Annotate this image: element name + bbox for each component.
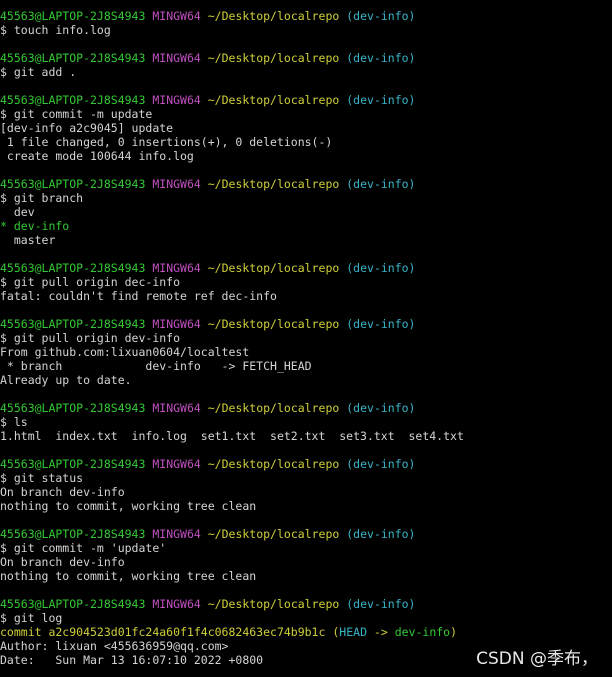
prompt-shell: MINGW64 xyxy=(152,9,201,23)
prompt-path: ~/Desktop/localrepo xyxy=(207,317,340,331)
commit-hash: commit a2c904523d01fc24a60f1f4c0682463ec… xyxy=(0,625,326,639)
prompt-user-host: 45563@LAPTOP-2J8S4943 xyxy=(0,597,146,611)
prompt-line: 45563@LAPTOP-2J8S4943 MINGW64 ~/Desktop/… xyxy=(0,401,612,415)
prompt-user-host: 45563@LAPTOP-2J8S4943 xyxy=(0,51,146,65)
log-commit-line: commit a2c904523d01fc24a60f1f4c0682463ec… xyxy=(0,625,612,639)
output-line: master xyxy=(0,233,56,247)
prompt-path: ~/Desktop/localrepo xyxy=(207,401,340,415)
prompt-branch: (dev-info) xyxy=(346,401,416,415)
prompt-user-host: 45563@LAPTOP-2J8S4943 xyxy=(0,93,146,107)
command-line: $ git branch xyxy=(0,191,84,205)
output-line: 1 file changed, 0 insertions(+), 0 delet… xyxy=(0,135,333,149)
command-line: $ git commit -m update xyxy=(0,107,153,121)
prompt-user-host: 45563@LAPTOP-2J8S4943 xyxy=(0,9,146,23)
ref-close: ) xyxy=(450,625,458,639)
output-line: nothing to commit, working tree clean xyxy=(0,569,257,583)
output-line: On branch dev-info xyxy=(0,555,125,569)
prompt-shell: MINGW64 xyxy=(152,597,201,611)
prompt-line: 45563@LAPTOP-2J8S4943 MINGW64 ~/Desktop/… xyxy=(0,317,612,331)
prompt-path: ~/Desktop/localrepo xyxy=(207,261,340,275)
prompt-user-host: 45563@LAPTOP-2J8S4943 xyxy=(0,261,146,275)
command-line: $ git pull origin dec-info xyxy=(0,275,181,289)
prompt-path: ~/Desktop/localrepo xyxy=(207,527,340,541)
prompt-user-host: 45563@LAPTOP-2J8S4943 xyxy=(0,317,146,331)
output-line: * branch dev-info -> FETCH_HEAD xyxy=(0,359,312,373)
prompt-branch: (dev-info) xyxy=(346,527,416,541)
output-line: From github.com:lixuan0604/localtest xyxy=(0,345,250,359)
prompt-path: ~/Desktop/localrepo xyxy=(207,457,340,471)
prompt-shell: MINGW64 xyxy=(152,177,201,191)
prompt-shell: MINGW64 xyxy=(152,317,201,331)
prompt-branch: (dev-info) xyxy=(346,317,416,331)
prompt-line: 45563@LAPTOP-2J8S4943 MINGW64 ~/Desktop/… xyxy=(0,51,612,65)
command-line: $ git pull origin dev-info xyxy=(0,331,181,345)
prompt-shell: MINGW64 xyxy=(152,93,201,107)
prompt-shell: MINGW64 xyxy=(152,457,201,471)
command-line: $ touch info.log xyxy=(0,23,111,37)
prompt-line: 45563@LAPTOP-2J8S4943 MINGW64 ~/Desktop/… xyxy=(0,457,612,471)
prompt-user-host: 45563@LAPTOP-2J8S4943 xyxy=(0,401,146,415)
prompt-shell: MINGW64 xyxy=(152,51,201,65)
prompt-line: 45563@LAPTOP-2J8S4943 MINGW64 ~/Desktop/… xyxy=(0,527,612,541)
prompt-branch: (dev-info) xyxy=(346,177,416,191)
output-line: dev xyxy=(0,205,35,219)
prompt-branch: (dev-info) xyxy=(346,93,416,107)
watermark: CSDN @季布， xyxy=(476,649,598,669)
prompt-user-host: 45563@LAPTOP-2J8S4943 xyxy=(0,527,146,541)
output-line: Already up to date. xyxy=(0,373,132,387)
prompt-path: ~/Desktop/localrepo xyxy=(207,177,340,191)
prompt-line: 45563@LAPTOP-2J8S4943 MINGW64 ~/Desktop/… xyxy=(0,597,612,611)
prompt-path: ~/Desktop/localrepo xyxy=(207,51,340,65)
ref-arrow: -> xyxy=(367,625,395,639)
command-line: $ git add . xyxy=(0,65,77,79)
prompt-path: ~/Desktop/localrepo xyxy=(207,9,340,23)
prompt-shell: MINGW64 xyxy=(152,261,201,275)
prompt-user-host: 45563@LAPTOP-2J8S4943 xyxy=(0,457,146,471)
command-line: $ git commit -m 'update' xyxy=(0,541,167,555)
output-line: fatal: couldn't find remote ref dec-info xyxy=(0,289,277,303)
prompt-branch: (dev-info) xyxy=(346,9,416,23)
prompt-path: ~/Desktop/localrepo xyxy=(207,93,340,107)
prompt-line: 45563@LAPTOP-2J8S4943 MINGW64 ~/Desktop/… xyxy=(0,93,612,107)
output-line: 1.html index.txt info.log set1.txt set2.… xyxy=(0,429,464,443)
prompt-line: 45563@LAPTOP-2J8S4943 MINGW64 ~/Desktop/… xyxy=(0,177,612,191)
output-line: create mode 100644 info.log xyxy=(0,149,194,163)
prompt-path: ~/Desktop/localrepo xyxy=(207,597,340,611)
prompt-line: 45563@LAPTOP-2J8S4943 MINGW64 ~/Desktop/… xyxy=(0,261,612,275)
prompt-branch: (dev-info) xyxy=(346,457,416,471)
output-line: nothing to commit, working tree clean xyxy=(0,499,257,513)
output-line: On branch dev-info xyxy=(0,485,125,499)
command-line: $ git log xyxy=(0,611,63,625)
prompt-user-host: 45563@LAPTOP-2J8S4943 xyxy=(0,177,146,191)
prompt-shell: MINGW64 xyxy=(152,401,201,415)
prompt-branch: (dev-info) xyxy=(346,261,416,275)
output-line: [dev-info a2c9045] update xyxy=(0,121,174,135)
ref-branch: dev-info xyxy=(394,625,451,639)
prompt-branch: (dev-info) xyxy=(346,597,416,611)
prompt-shell: MINGW64 xyxy=(152,527,201,541)
terminal-output[interactable]: 45563@LAPTOP-2J8S4943 MINGW64 ~/Desktop/… xyxy=(0,9,612,667)
current-branch-line: * dev-info xyxy=(0,219,70,233)
command-line: $ git status xyxy=(0,471,84,485)
head-ref: HEAD xyxy=(339,625,367,639)
prompt-branch: (dev-info) xyxy=(346,51,416,65)
command-line: $ ls xyxy=(0,415,28,429)
prompt-line: 45563@LAPTOP-2J8S4943 MINGW64 ~/Desktop/… xyxy=(0,9,612,23)
